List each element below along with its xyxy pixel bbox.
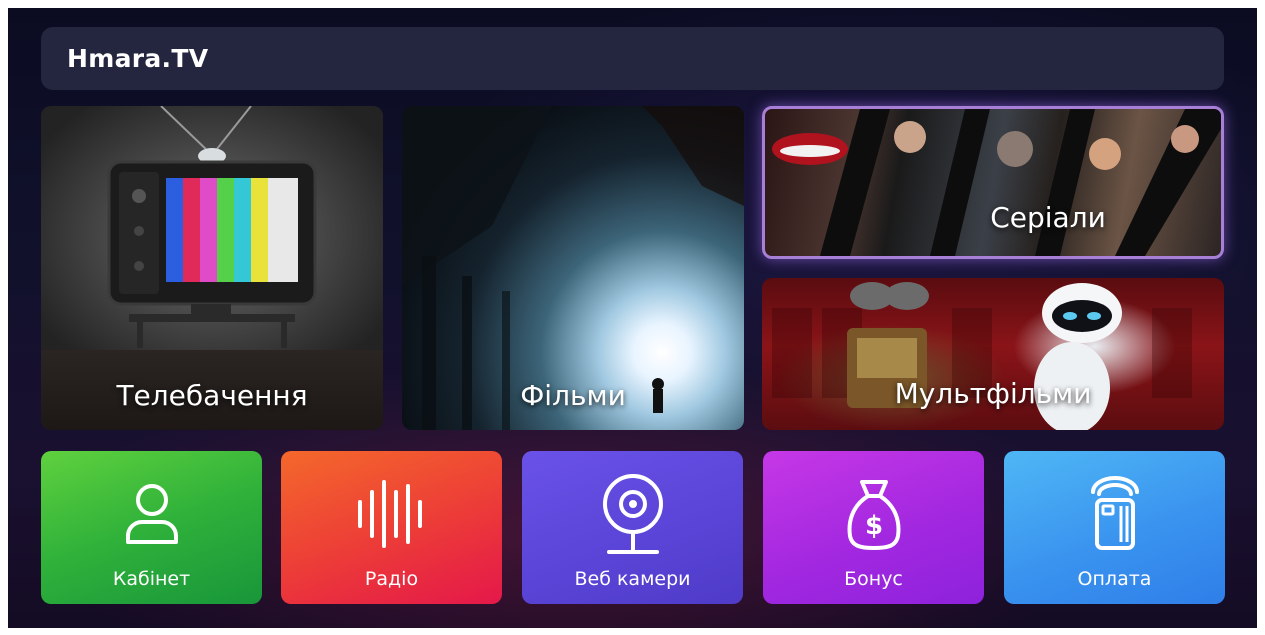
tile-label-films: Фільми	[520, 379, 626, 412]
svg-text:$: $	[864, 511, 882, 541]
webcam-label: Веб камери	[574, 568, 691, 590]
money-bag-icon: $	[763, 479, 984, 550]
tv-home-screen: Hmara.TV Телебачення Фільми Серіали Муль…	[8, 8, 1257, 628]
tile-cartoons[interactable]: Мультфільми	[762, 278, 1224, 430]
payment-label: Оплата	[1077, 568, 1152, 590]
bonus-button[interactable]: $ Бонус	[763, 451, 984, 604]
app-logo: Hmara.TV	[67, 44, 209, 73]
user-icon	[41, 479, 262, 549]
sound-wave-icon	[281, 479, 502, 549]
tile-label-cartoons: Мультфільми	[894, 377, 1092, 410]
tile-label-television: Телебачення	[116, 379, 308, 412]
card-payment-icon	[1004, 476, 1225, 550]
webcam-icon	[522, 474, 743, 554]
cabinet-label: Кабінет	[112, 568, 191, 590]
webcam-button[interactable]: Веб камери	[522, 451, 743, 604]
payment-button[interactable]: Оплата	[1004, 451, 1225, 604]
tile-series[interactable]: Серіали	[762, 106, 1224, 259]
tile-films[interactable]: Фільми	[402, 106, 744, 430]
header-bar: Hmara.TV	[41, 27, 1224, 90]
tile-label-series: Серіали	[990, 201, 1106, 234]
tile-television[interactable]: Телебачення	[41, 106, 383, 430]
radio-button[interactable]: Радіо	[281, 451, 502, 604]
cabinet-button[interactable]: Кабінет	[41, 451, 262, 604]
radio-label: Радіо	[364, 568, 419, 590]
bonus-label: Бонус	[844, 568, 903, 590]
